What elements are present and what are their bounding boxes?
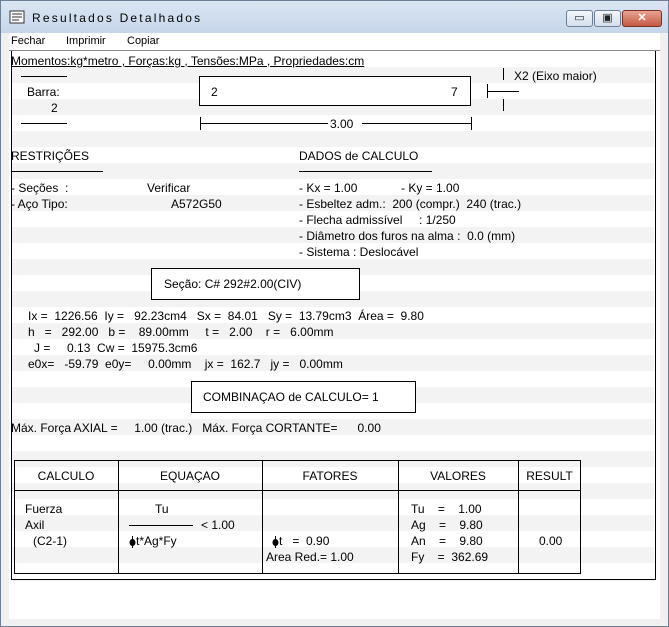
- aco-value: A572G50: [171, 197, 222, 211]
- valores-line: Tu = 1.00: [411, 502, 482, 516]
- fatores-line: Area Red.= 1.00: [266, 550, 354, 564]
- node-end: 7: [451, 85, 458, 99]
- divider: [21, 123, 67, 124]
- restricoes-heading: RESTRIÇÕES: [11, 149, 90, 163]
- divider: [11, 171, 103, 172]
- bar-number: 2: [51, 101, 58, 115]
- dim-line: [200, 123, 328, 124]
- divider: [299, 171, 432, 172]
- secoes-value: Verificar: [147, 181, 191, 195]
- axis-symbol: [503, 99, 504, 111]
- minimize-button[interactable]: ▭: [566, 10, 593, 27]
- header-result: RESULT: [526, 469, 573, 483]
- diametro-value: - Diâmetro dos furos na alma : 0.0 (mm): [299, 229, 516, 243]
- dim-tick: [471, 117, 472, 130]
- equation-comparison: < 1.00: [201, 518, 235, 532]
- section-value: Seção: C# 292#2.00(CIV): [164, 277, 302, 291]
- calculo-line: (C2-1): [33, 534, 68, 548]
- valores-line: An = 9.80: [411, 534, 483, 548]
- props-line: h = 292.00 b = 89.00mm t = 2.00 r = 6.00…: [28, 325, 334, 339]
- bar-node-box: 2 7: [199, 76, 471, 106]
- header-equacao: EQUAÇAO: [159, 469, 220, 483]
- axis-label: X2 (Eixo maior): [514, 69, 597, 83]
- props-line: Ix = 1226.56 Iy = 92.23cm4 Sx = 84.01 Sy…: [28, 309, 424, 323]
- window-title: Resultados Detalhados: [32, 11, 203, 25]
- props-line: J = 0.13 Cw = 15975.3cm6: [34, 341, 198, 355]
- valores-line: Ag = 9.80: [411, 518, 483, 532]
- result-value: 0.00: [539, 534, 563, 548]
- maximize-icon: ▣: [602, 12, 613, 24]
- equation-denominator: t*Ag*Fy: [136, 534, 177, 548]
- header-fatores: FATORES: [302, 469, 358, 483]
- fatores-line: t = 0.90: [279, 534, 330, 548]
- phi-icon: [129, 536, 136, 548]
- node-start: 2: [211, 85, 218, 99]
- props-line: e0x= -59.79 e0y= 0.00mm jx = 162.7 jy = …: [28, 357, 343, 371]
- results-table: CALCULO EQUAÇAO FATORES VALORES RESULT F…: [14, 460, 581, 574]
- menu-copiar[interactable]: Copiar: [127, 35, 159, 47]
- menu-bar: Fechar Imprimir Copiar: [9, 33, 660, 50]
- max-forces: Máx. Força AXIAL = 1.00 (trac.) Máx. For…: [11, 421, 381, 435]
- app-icon: [9, 10, 25, 24]
- menu-imprimir[interactable]: Imprimir: [66, 35, 106, 47]
- calculo-line: Fuerza: [25, 502, 63, 516]
- table-col-divider: [398, 460, 399, 574]
- dim-line: [362, 123, 471, 124]
- close-icon: ✕: [637, 12, 647, 24]
- units-line: Momentos:kg*metro , Forças:kg , Tensões:…: [11, 54, 365, 68]
- bar-label: Barra:: [27, 85, 60, 99]
- bar-length: 3.00: [330, 117, 354, 131]
- combination-value: COMBINAÇAO de CALCULO= 1: [203, 390, 379, 404]
- valores-line: Fy = 362.69: [411, 550, 489, 564]
- kx-value: - Kx = 1.00: [299, 181, 358, 195]
- phi-icon: [272, 536, 279, 548]
- results-window: Resultados Detalhados ▭ ▣ ✕ Fechar Impri…: [0, 0, 669, 627]
- combination-box: COMBINAÇAO de CALCULO= 1: [191, 381, 416, 413]
- header-valores: VALORES: [430, 469, 486, 483]
- ky-value: - Ky = 1.00: [401, 181, 460, 195]
- equation-numerator: Tu: [155, 502, 169, 516]
- axis-symbol: [487, 91, 519, 92]
- equation-fraction-bar: [129, 525, 193, 526]
- maximize-button[interactable]: ▣: [594, 10, 621, 27]
- dados-heading: DADOS de CALCULO: [299, 149, 419, 163]
- menu-fechar[interactable]: Fechar: [11, 35, 45, 47]
- calculo-line: Axil: [25, 518, 45, 532]
- title-bar[interactable]: Resultados Detalhados ▭ ▣ ✕: [1, 1, 668, 33]
- table-header-divider: [14, 490, 581, 491]
- sistema-value: - Sistema : Deslocável: [299, 245, 419, 259]
- minimize-icon: ▭: [574, 12, 585, 24]
- report-area[interactable]: Momentos:kg*metro , Forças:kg , Tensões:…: [9, 50, 660, 619]
- flecha-value: - Flecha admissível : 1/250: [299, 213, 456, 227]
- axis-symbol: [503, 68, 504, 80]
- secoes-label: - Seções :: [11, 181, 69, 195]
- esbeltez-value: - Esbeltez adm.: 200 (compr.) 240 (trac.…: [299, 197, 522, 211]
- divider: [21, 76, 67, 77]
- section-box: Seção: C# 292#2.00(CIV): [151, 268, 360, 300]
- aco-label: - Aço Tipo:: [11, 197, 68, 211]
- close-button[interactable]: ✕: [622, 10, 662, 27]
- header-calculo: CALCULO: [37, 469, 95, 483]
